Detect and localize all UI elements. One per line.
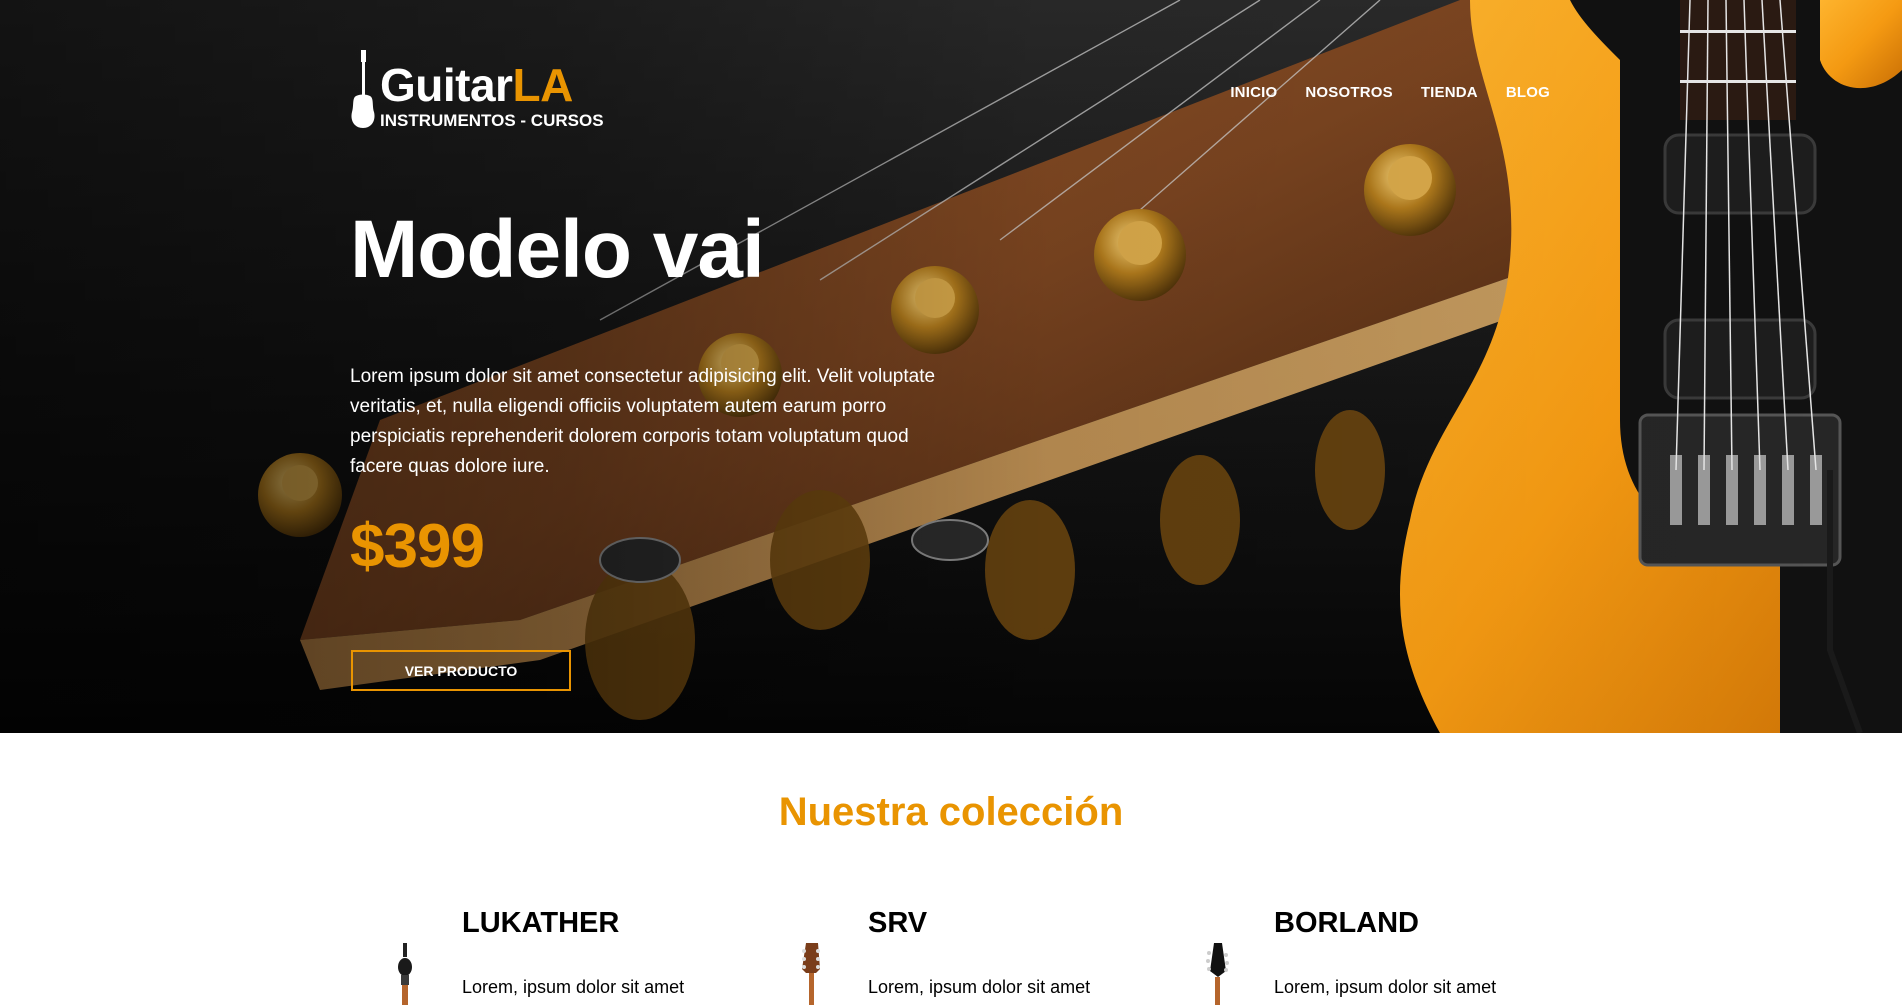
product-name: BORLAND bbox=[1274, 907, 1419, 939]
nav-link-nosotros[interactable]: NOSOTROS bbox=[1305, 84, 1392, 101]
nav-link-inicio[interactable]: INICIO bbox=[1230, 84, 1277, 101]
brand-name: GuitarLA bbox=[380, 62, 573, 108]
product-description: Lorem, ipsum dolor sit amet bbox=[1274, 977, 1497, 997]
product-card-lukather[interactable]: LUKATHER Lorem, ipsum dolor sit amet bbox=[350, 905, 730, 1005]
brand-name-accent: LA bbox=[512, 59, 573, 111]
brand-tagline: INSTRUMENTOS - CURSOS bbox=[380, 111, 604, 130]
product-name: LUKATHER bbox=[462, 907, 620, 939]
brand-name-main: Guitar bbox=[380, 59, 513, 111]
product-card-borland[interactable]: BORLAND Lorem, ipsum dolor sit amet bbox=[1162, 905, 1542, 1005]
hero-price: $399 bbox=[350, 512, 485, 581]
hero-description: Lorem ipsum dolor sit amet consectetur a… bbox=[350, 366, 936, 477]
view-product-button[interactable]: VER PRODUCTO bbox=[351, 650, 571, 691]
site-header: GuitarLA INSTRUMENTOS - CURSOS INICIO NO… bbox=[350, 48, 1550, 138]
logo-link[interactable]: GuitarLA INSTRUMENTOS - CURSOS bbox=[350, 48, 620, 138]
nav-link-blog[interactable]: BLOG bbox=[1506, 84, 1550, 101]
product-description: Lorem, ipsum dolor sit amet bbox=[868, 977, 1091, 997]
nav-link-tienda[interactable]: TIENDA bbox=[1421, 84, 1478, 101]
guitar-thumbnail-icon bbox=[398, 943, 412, 1005]
product-list: LUKATHER Lorem, ipsum dolor sit amet SRV… bbox=[0, 905, 1902, 1005]
main-nav: INICIO NOSOTROS TIENDA BLOG bbox=[1230, 84, 1550, 101]
guitar-thumbnail-icon bbox=[1206, 943, 1229, 1005]
collection-title: Nuestra colección bbox=[778, 790, 1124, 834]
product-description: Lorem, ipsum dolor sit amet bbox=[462, 977, 685, 997]
guitar-thumbnail-icon bbox=[802, 943, 820, 1005]
hero-title: Modelo vai bbox=[350, 204, 765, 295]
product-name: SRV bbox=[868, 907, 928, 939]
product-card-srv[interactable]: SRV Lorem, ipsum dolor sit amet bbox=[756, 905, 1136, 1005]
guitar-logo-icon bbox=[351, 50, 375, 128]
hero-section: GuitarLA INSTRUMENTOS - CURSOS INICIO NO… bbox=[0, 0, 1902, 733]
